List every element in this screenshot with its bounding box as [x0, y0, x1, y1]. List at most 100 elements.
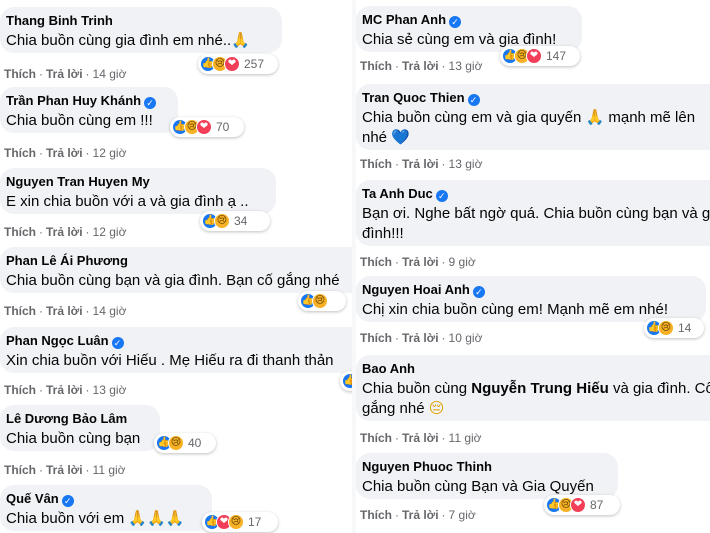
comment-text: Chị xin chia buồn cùng em! Mạnh mẽ em nh… — [362, 301, 668, 318]
comment-author[interactable]: Nguyen Tran Huyen My — [6, 174, 264, 190]
sad-reaction-icon: 😢 — [658, 320, 674, 336]
sad-reaction-icon: 😢 — [214, 213, 230, 229]
like-link[interactable]: Thích — [4, 463, 36, 477]
comment-bubble: Phan Lê Ái Phương Chia buồn cùng bạn và … — [0, 247, 352, 293]
like-link[interactable]: Thích — [360, 157, 392, 171]
reaction-summary[interactable]: 👍 😢 ❤ 87 — [544, 495, 620, 515]
reply-link[interactable]: Trả lời — [402, 508, 439, 522]
separator: · — [85, 304, 90, 318]
timestamp[interactable]: 12 giờ — [93, 225, 127, 239]
timestamp[interactable]: 13 giờ — [93, 383, 127, 397]
comment-author[interactable]: Nguyen Hoai Anh ✓ — [362, 282, 694, 298]
like-link[interactable]: Thích — [360, 431, 392, 445]
separator: · — [441, 431, 446, 445]
separator: · — [39, 67, 43, 81]
reaction-summary[interactable]: 👍 😢 14 — [644, 318, 704, 338]
timestamp[interactable]: 14 giờ — [93, 304, 127, 318]
comment-author[interactable]: Thang Binh Trinh — [6, 13, 270, 29]
like-link[interactable]: Thích — [4, 304, 36, 318]
comment-author[interactable]: Lê Dương Bảo Lâm — [6, 411, 148, 427]
reply-link[interactable]: Trả lời — [46, 463, 83, 477]
verified-badge-icon: ✓ — [61, 495, 74, 507]
reaction-summary[interactable]: 👍 — [340, 371, 352, 391]
like-link[interactable]: Thích — [360, 59, 392, 73]
separator: · — [85, 225, 90, 239]
like-link[interactable]: Thích — [360, 508, 392, 522]
comment-author[interactable]: Phan Lê Ái Phương — [6, 253, 352, 269]
comment-actions: Thích · Trả lời · 11 giờ — [360, 430, 482, 446]
comment-author[interactable]: Phan Ngọc Luân ✓ — [6, 333, 352, 349]
separator: · — [395, 508, 399, 522]
reply-link[interactable]: Trả lời — [402, 431, 439, 445]
like-link[interactable]: Thích — [4, 67, 36, 81]
comment-author[interactable]: Quế Vân ✓ — [6, 491, 200, 507]
comment-author[interactable]: MC Phan Anh ✓ — [362, 12, 570, 28]
comment-author[interactable]: Ta Anh Duc ✓ — [362, 186, 710, 202]
like-link[interactable]: Thích — [360, 255, 392, 269]
comment-author[interactable]: Nguyen Phuoc Thinh — [362, 459, 606, 475]
reaction-count: 70 — [216, 120, 230, 134]
reply-link[interactable]: Trả lời — [46, 146, 83, 160]
sad-reaction-icon: 😢 — [168, 435, 184, 451]
separator: · — [85, 463, 90, 477]
comment-actions: Thích · Trả lời · 9 giờ — [360, 254, 476, 270]
folded-hands-icon: 🙏🙏🙏 — [128, 510, 185, 527]
reaction-summary[interactable]: 👍 😢 ❤ 147 — [500, 46, 580, 66]
folded-hands-icon: 🙏 — [585, 109, 605, 126]
separator: · — [395, 157, 399, 171]
timestamp[interactable]: 14 giờ — [93, 67, 127, 81]
comment-actions: Thích · Trả lời · 13 giờ — [360, 156, 482, 172]
comment-bubble: Quế Vân ✓ Chia buồn với em 🙏🙏🙏 — [0, 485, 212, 531]
reaction-summary[interactable]: 👍 ❤ 😢 17 — [202, 512, 278, 532]
timestamp[interactable]: 11 giờ — [93, 463, 126, 477]
comment-text: Chia buồn cùng Bạn và Gia Quyến — [362, 478, 594, 495]
like-reaction-icon: 👍 — [342, 373, 352, 389]
like-link[interactable]: Thích — [4, 146, 36, 160]
comment-actions: Thích · Trả lời · 11 giờ — [4, 462, 126, 478]
reply-link[interactable]: Trả lời — [402, 255, 439, 269]
like-link[interactable]: Thích — [4, 383, 36, 397]
reaction-summary[interactable]: 👍 😢 ❤ 70 — [170, 117, 244, 137]
comment-text: Chia buồn cùng em !!! — [6, 112, 153, 129]
comment-author[interactable]: Bao Anh — [362, 361, 710, 377]
reaction-summary[interactable]: 👍 😢 40 — [154, 433, 216, 453]
comment-author[interactable]: Trần Phan Huy Khánh ✓ — [6, 93, 166, 109]
timestamp[interactable]: 10 giờ — [449, 331, 483, 345]
reply-link[interactable]: Trả lời — [402, 157, 439, 171]
separator: · — [441, 255, 446, 269]
reply-link[interactable]: Trả lời — [402, 331, 439, 345]
sad-face-icon: 😔 — [428, 400, 445, 417]
separator: · — [39, 463, 43, 477]
timestamp[interactable]: 7 giờ — [449, 508, 476, 522]
mentioned-user-link[interactable]: Nguyễn Trung Hiếu — [471, 380, 609, 397]
right-comments-column: MC Phan Anh ✓ Chia sẻ cùng em và gia đình… — [356, 0, 710, 533]
reaction-summary[interactable]: 👍 😢 34 — [200, 211, 270, 231]
timestamp[interactable]: 9 giờ — [449, 255, 476, 269]
comment-bubble: Nguyen Tran Huyen My E xin chia buồn với… — [0, 168, 276, 214]
comment-bubble: Nguyen Hoai Anh ✓ Chị xin chia buồn cùng … — [356, 276, 706, 322]
reply-link[interactable]: Trả lời — [46, 304, 83, 318]
reply-link[interactable]: Trả lời — [46, 225, 83, 239]
reaction-count: 257 — [244, 57, 265, 71]
reply-link[interactable]: Trả lời — [402, 59, 439, 73]
like-link[interactable]: Thích — [360, 331, 392, 345]
timestamp[interactable]: 13 giờ — [449, 157, 483, 171]
reply-link[interactable]: Trả lời — [46, 67, 83, 81]
comment-text: Chia buồn cùng bạn — [6, 430, 141, 447]
like-link[interactable]: Thích — [4, 225, 36, 239]
reaction-summary[interactable]: 👍 😢 — [298, 291, 346, 311]
reply-link[interactable]: Trả lời — [46, 383, 83, 397]
separator: · — [395, 331, 399, 345]
separator: · — [441, 508, 446, 522]
sad-reaction-icon: 😢 — [228, 514, 244, 530]
timestamp[interactable]: 13 giờ — [449, 59, 483, 73]
comment-actions: Thích · Trả lời · 7 giờ — [360, 507, 476, 523]
comment-author[interactable]: Tran Quoc Thien ✓ — [362, 90, 710, 106]
blue-heart-icon: 💙 — [391, 129, 410, 146]
reaction-summary[interactable]: 👍 😢 ❤ 257 — [198, 54, 278, 74]
verified-badge-icon: ✓ — [144, 97, 157, 109]
timestamp[interactable]: 11 giờ — [449, 431, 482, 445]
comment-text-line2: đình!!! — [362, 225, 404, 242]
timestamp[interactable]: 12 giờ — [93, 146, 127, 160]
comment-bubble: Nguyen Phuoc Thinh Chia buồn cùng Bạn và… — [356, 453, 618, 499]
